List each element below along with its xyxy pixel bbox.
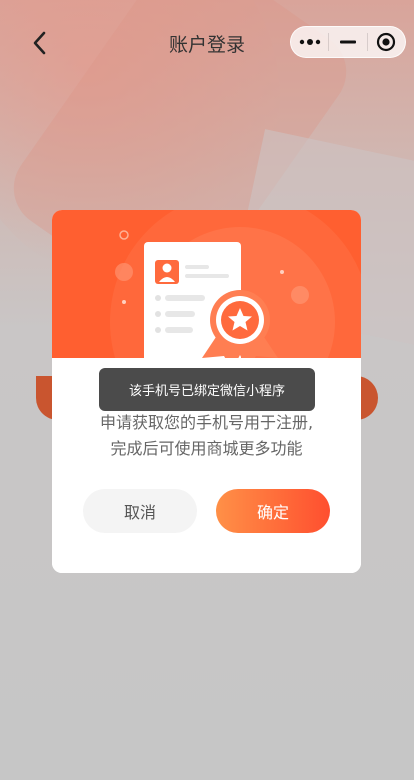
navigation-bar: 账户登录 — [0, 0, 414, 84]
more-dots-icon — [299, 39, 320, 45]
dialog-description: 申请获取您的手机号用于注册, 完成后可使用商城更多功能 — [52, 410, 361, 462]
description-line: 完成后可使用商城更多功能 — [110, 439, 303, 458]
mini-program-capsule — [290, 26, 406, 58]
description-line: 申请获取您的手机号用于注册, — [99, 413, 314, 432]
cancel-button[interactable]: 取消 — [83, 489, 197, 533]
minimize-button[interactable] — [329, 27, 366, 57]
close-button[interactable] — [368, 27, 405, 57]
target-close-icon — [377, 32, 396, 52]
more-button[interactable] — [291, 27, 328, 57]
minimize-icon — [339, 40, 356, 44]
confirm-button[interactable]: 确定 — [216, 489, 330, 533]
toast-message: 该手机号已绑定微信小程序 — [99, 368, 315, 411]
dialog-banner — [52, 210, 361, 358]
certificate-award-icon — [110, 210, 361, 358]
